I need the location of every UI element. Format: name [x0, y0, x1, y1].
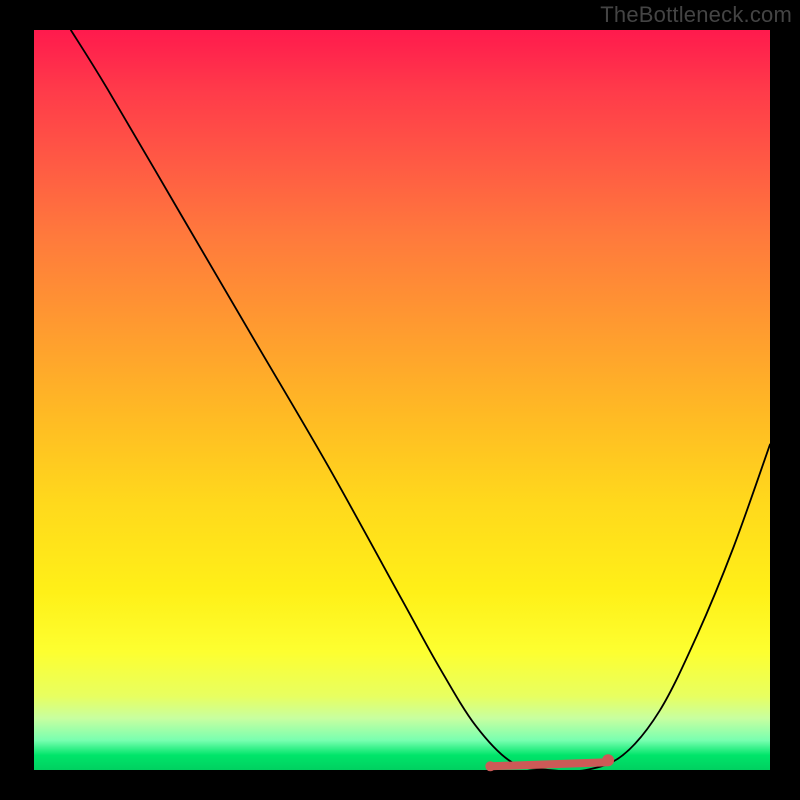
attribution-text: TheBottleneck.com: [600, 2, 792, 28]
chart-frame: TheBottleneck.com: [0, 0, 800, 800]
optimal-start-dot: [485, 761, 495, 771]
optimal-end-dot: [602, 754, 614, 766]
plot-area: [34, 30, 770, 770]
optimal-band: [490, 762, 608, 766]
curve-svg: [34, 30, 770, 770]
bottleneck-curve: [71, 30, 770, 771]
